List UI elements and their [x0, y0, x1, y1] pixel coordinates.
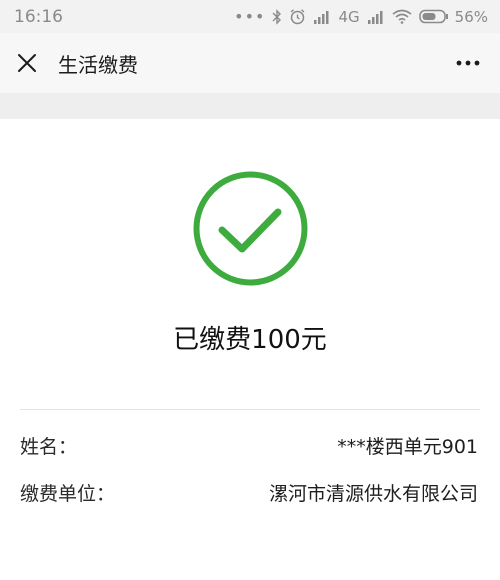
detail-row-payee: 缴费单位： 漯河市清源供水有限公司 [20, 477, 478, 507]
close-icon [18, 54, 36, 72]
section-gap [0, 93, 500, 119]
signal-icon-2 [367, 10, 383, 24]
alarm-icon [291, 9, 305, 25]
network-4g-icon: 4G [338, 7, 360, 26]
name-label: 姓名： [20, 435, 78, 458]
more-button[interactable] [450, 50, 486, 76]
battery-icon [418, 9, 448, 24]
close-button[interactable] [14, 50, 40, 76]
payee-label: 缴费单位： [20, 482, 116, 505]
divider [20, 409, 480, 410]
battery: 56% [418, 7, 488, 26]
payee-value: 漯河市清源供水有限公司 [268, 482, 478, 505]
bluetooth-icon [272, 8, 282, 25]
name-value: ***楼西单元901 [337, 435, 478, 458]
payment-result-message: 已缴费100元 [173, 325, 327, 355]
detail-row-name: 姓名： ***楼西单元901 [20, 430, 478, 460]
page-title: 生活缴费 [58, 52, 138, 77]
status-time: 16:16 [14, 6, 63, 27]
status-icons: ••• 4G 56% [234, 7, 488, 26]
more-dots-icon: ••• [234, 7, 266, 26]
more-icon [456, 60, 480, 66]
payment-result: 已缴费100元 姓名： ***楼西单元901 缴费单位： 漯河市清源供水有限公司 [0, 119, 500, 580]
wifi-icon [392, 9, 412, 24]
status-bar: 16:16 ••• 4G 56% [0, 0, 500, 33]
success-check-icon [193, 171, 308, 286]
nav-bar: 生活缴费 [0, 33, 500, 93]
signal-icon [314, 10, 329, 24]
battery-percent: 56% [454, 7, 488, 26]
